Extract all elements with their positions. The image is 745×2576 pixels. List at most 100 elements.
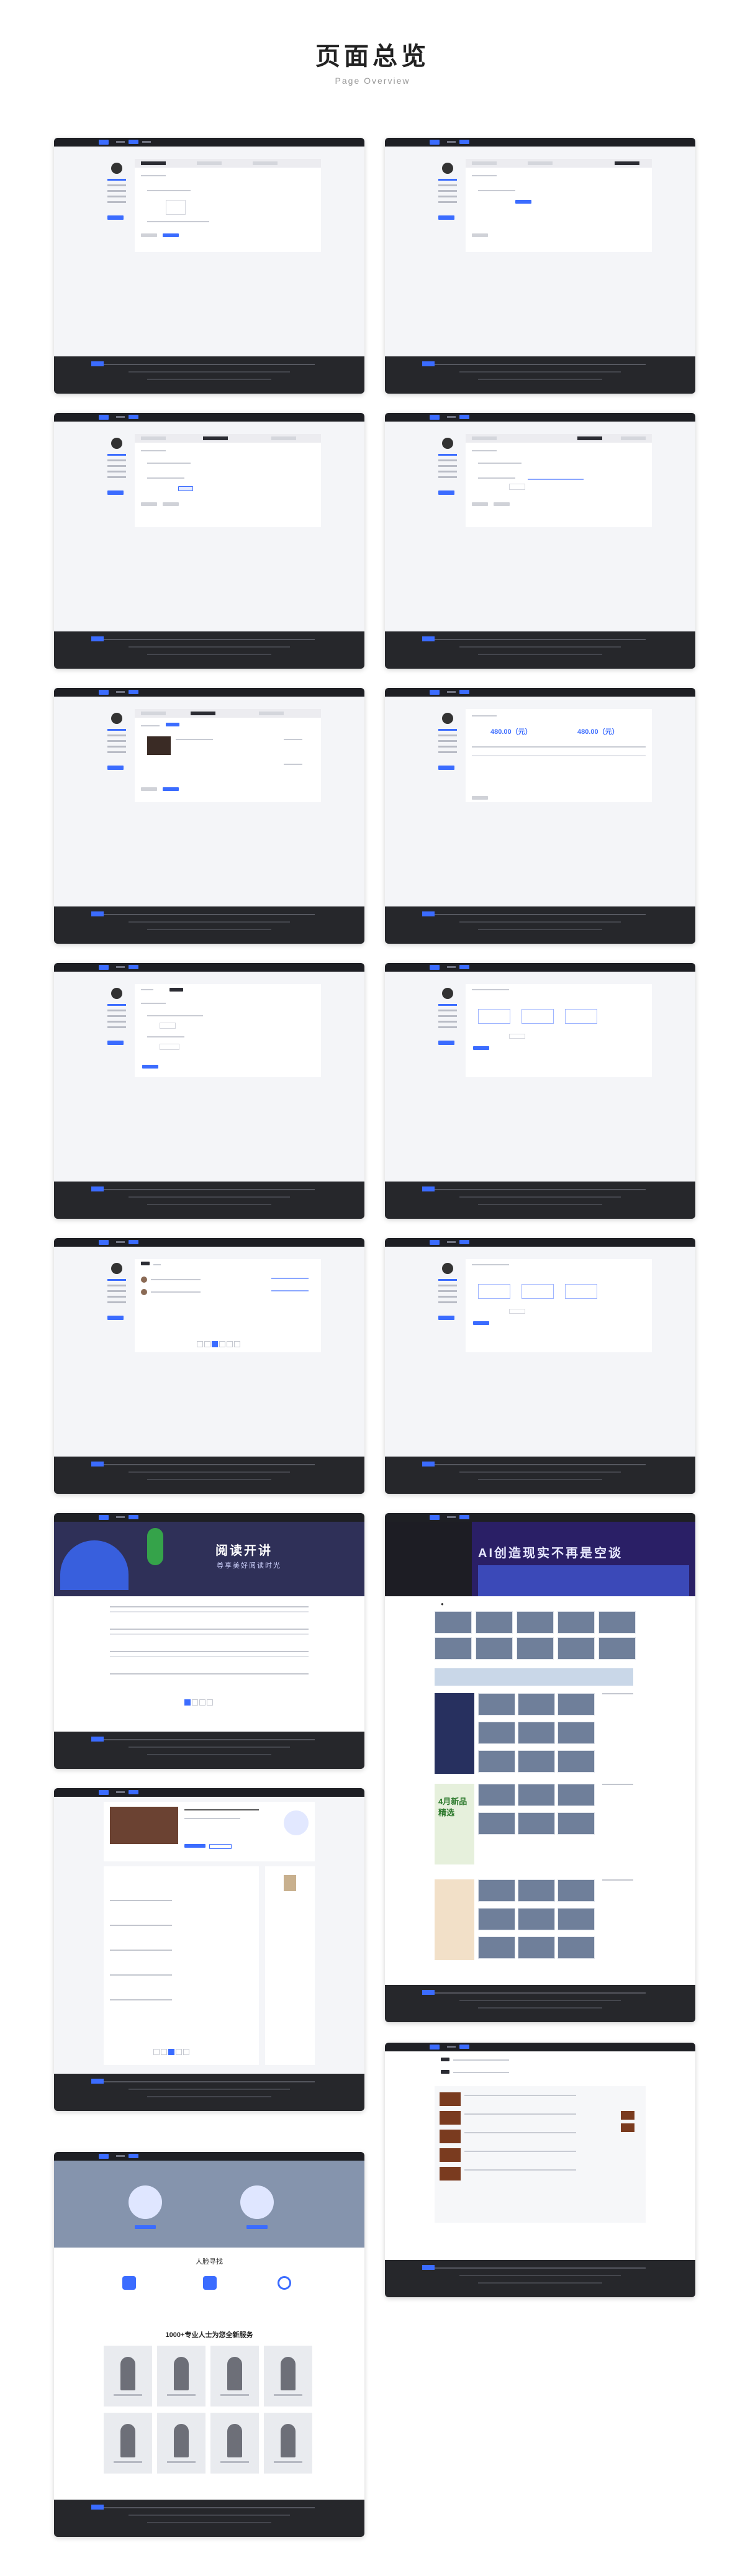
screen-articles[interactable] — [385, 2043, 695, 2297]
back-button[interactable] — [472, 233, 488, 237]
coupon-card[interactable] — [565, 1009, 597, 1024]
reading-banner: 阅读开讲 尊享美好阅读时光 — [54, 1522, 364, 1596]
avatar[interactable] — [111, 713, 122, 724]
screen-consultants[interactable]: 人脸寻找 1000+专业人士为您全新服务 — [54, 2152, 364, 2537]
sidebar-item[interactable] — [107, 190, 126, 192]
top-nav-bar — [54, 138, 364, 147]
avatar[interactable] — [111, 988, 122, 999]
next-button[interactable] — [163, 233, 179, 237]
top-nav-bar — [385, 138, 695, 147]
step — [253, 161, 278, 165]
screen-step-4[interactable] — [385, 138, 695, 394]
nav-item[interactable] — [116, 141, 125, 143]
screen-reading[interactable]: 阅读开讲 尊享美好阅读时光 — [54, 1513, 364, 1769]
sidebar-button[interactable] — [107, 490, 124, 495]
step — [197, 161, 222, 165]
screen-vr-shop[interactable]: AI创造现实不再是空谈 ● 4月新品精选 — [385, 1513, 695, 2022]
consultant-card[interactable] — [264, 2346, 312, 2407]
screen-step-3[interactable] — [385, 413, 695, 669]
option-button[interactable] — [178, 486, 193, 491]
sidebar-button[interactable] — [107, 1041, 124, 1045]
consultant-card[interactable] — [104, 2346, 152, 2407]
coupon-card[interactable] — [522, 1009, 554, 1024]
banner-button[interactable] — [135, 2225, 156, 2229]
sidebar-item[interactable] — [107, 201, 126, 203]
avatar[interactable] — [111, 1263, 122, 1274]
tab-active[interactable] — [141, 1262, 150, 1265]
sidebar-button[interactable] — [438, 1316, 454, 1320]
balance-amount-right: 480.00（元） — [577, 728, 619, 736]
nav-item-active[interactable] — [459, 140, 469, 144]
form-row — [147, 221, 209, 222]
page-title: 页面总览 — [315, 42, 430, 71]
nav-item[interactable] — [447, 141, 456, 143]
screen-step-1[interactable] — [54, 138, 364, 394]
screen-coupons[interactable] — [385, 963, 695, 1219]
cancel-button[interactable] — [141, 233, 157, 237]
upload-box[interactable] — [166, 200, 186, 215]
sidebar-button[interactable] — [438, 490, 454, 495]
avatar[interactable] — [442, 713, 453, 724]
vr-banner: AI创造现实不再是空谈 — [385, 1522, 695, 1596]
sidebar-item[interactable] — [107, 184, 126, 186]
step-active — [141, 161, 166, 165]
consultant-card[interactable] — [157, 2346, 205, 2407]
logo-icon — [430, 140, 440, 145]
screen-coupons-2[interactable] — [385, 1238, 695, 1494]
avatar[interactable] — [111, 163, 122, 174]
confirm-button[interactable] — [473, 1046, 489, 1050]
sidebar-item[interactable] — [107, 196, 126, 197]
consultant-card[interactable] — [210, 2413, 259, 2474]
sidebar-button[interactable] — [107, 766, 124, 770]
reading-banner-subtitle: 尊享美好阅读时光 — [217, 1562, 281, 1570]
submit-button[interactable] — [515, 200, 531, 204]
pay-option[interactable] — [160, 1044, 179, 1050]
nav-item[interactable] — [142, 141, 151, 143]
submit-button[interactable] — [142, 1065, 158, 1069]
footer — [54, 356, 364, 394]
amount-field[interactable] — [160, 1023, 176, 1029]
sidebar-button[interactable] — [107, 215, 124, 220]
avatar[interactable] — [442, 438, 453, 449]
consultant-card[interactable] — [104, 2413, 152, 2474]
consultant-card[interactable] — [157, 2413, 205, 2474]
screen-order-confirm[interactable] — [54, 688, 364, 944]
screen-step-2[interactable] — [54, 413, 364, 669]
avatar[interactable] — [111, 438, 122, 449]
sidebar-button[interactable] — [107, 1316, 124, 1320]
screen-comments[interactable] — [54, 1238, 364, 1494]
screen-balance[interactable]: 480.00（元） 480.00（元） — [385, 688, 695, 944]
form-label — [141, 175, 166, 176]
sidebar-button[interactable] — [438, 215, 454, 220]
spring-promo[interactable]: 4月新品精选 — [435, 1784, 474, 1864]
step-bar — [135, 159, 321, 168]
buy-button[interactable] — [184, 1844, 205, 1848]
tab-active[interactable] — [169, 988, 183, 992]
avatar[interactable] — [442, 163, 453, 174]
sidebar-item[interactable] — [107, 179, 126, 181]
reading-banner-title: 阅读开讲 — [215, 1544, 273, 1558]
avatar[interactable] — [442, 988, 453, 999]
screen-recharge[interactable] — [54, 963, 364, 1219]
coupon-card[interactable] — [478, 1009, 510, 1024]
back-button[interactable] — [141, 502, 157, 506]
consultant-card[interactable] — [264, 2413, 312, 2474]
sidebar-button[interactable] — [438, 1041, 454, 1045]
tab-active[interactable] — [166, 723, 179, 726]
select-field[interactable] — [509, 484, 525, 490]
avatar[interactable] — [442, 1263, 453, 1274]
sidebar — [104, 163, 130, 220]
consult-section-title: 1000+专业人士为您全新服务 — [165, 2331, 253, 2339]
trial-button[interactable] — [209, 1844, 232, 1849]
next-button[interactable] — [163, 502, 179, 506]
screen-course-detail[interactable] — [54, 1788, 364, 2111]
main-panel — [135, 159, 321, 252]
consult-heading: 人脸寻找 — [196, 2258, 223, 2266]
consultant-card[interactable] — [210, 2346, 259, 2407]
sidebar — [435, 163, 461, 220]
page-current[interactable] — [212, 1341, 218, 1347]
sidebar-button[interactable] — [438, 766, 454, 770]
page-subtitle: Page Overview — [335, 76, 410, 86]
nav-item-active[interactable] — [129, 140, 138, 144]
banner-button[interactable] — [246, 2225, 268, 2229]
